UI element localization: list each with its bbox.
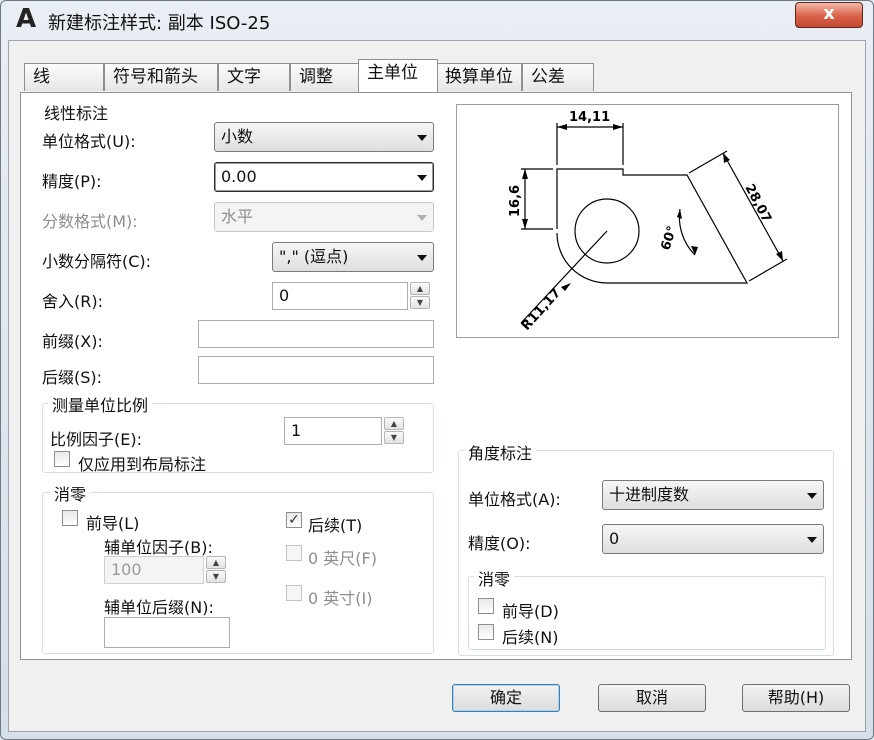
angular-unit-format-select[interactable]: 十进制度数: [602, 480, 824, 510]
window-title: 新建标注样式: 副本 ISO-25: [48, 13, 271, 34]
decimal-separator-label: 小数分隔符(C):: [42, 252, 152, 271]
sub-unit-factor-label: 辅单位因子(B):: [104, 538, 213, 557]
prefix-input[interactable]: [198, 320, 434, 348]
leading-zero-label: 前导(L): [86, 514, 140, 533]
fraction-format-label: 分数格式(M):: [42, 212, 138, 231]
scale-factor-label: 比例因子(E):: [50, 430, 142, 449]
trailing-zero-checkbox[interactable]: ✓: [286, 512, 302, 528]
linear-group-label: 线性标注: [40, 100, 113, 124]
zero-inches-label: 0 英寸(I): [308, 589, 373, 608]
zero-feet-checkbox[interactable]: [286, 545, 302, 561]
tab-alternate-units[interactable]: 换算单位: [436, 63, 522, 91]
precision-value: 0.00: [221, 167, 257, 186]
spin-down-icon[interactable]: ▼: [206, 570, 226, 583]
close-button[interactable]: x: [795, 2, 863, 28]
preview-dim-radius: R11,17: [519, 286, 564, 334]
precision-select[interactable]: 0.00: [214, 162, 434, 192]
decimal-separator-value: "," (逗点): [279, 247, 349, 266]
preview-dim-top: 14,11: [569, 110, 610, 125]
tab-symbols-arrows[interactable]: 符号和箭头: [104, 63, 218, 91]
tab-tolerances[interactable]: 公差: [522, 63, 594, 91]
scale-factor-input[interactable]: 1: [284, 417, 382, 445]
decimal-separator-select[interactable]: "," (逗点): [272, 242, 434, 272]
chevron-down-icon: [417, 215, 427, 221]
chevron-down-icon: [417, 255, 427, 261]
angular-group-label: 角度标注: [464, 440, 537, 464]
layout-only-label: 仅应用到布局标注: [78, 455, 207, 474]
round-off-spinner[interactable]: ▲ ▼: [408, 282, 432, 310]
chevron-down-icon: [417, 175, 427, 181]
angular-leading-checkbox[interactable]: [478, 598, 494, 614]
layout-only-checkbox[interactable]: [54, 451, 70, 467]
tab-primary-units[interactable]: 主单位: [358, 59, 438, 92]
angular-precision-select[interactable]: 0: [602, 524, 824, 554]
chevron-down-icon: [807, 537, 817, 543]
preview-drawing: 14,11 16,6 28,07 60° R11,17: [508, 110, 788, 334]
angular-zero-label: 消零: [474, 566, 515, 590]
spin-up-icon[interactable]: ▲: [384, 417, 404, 430]
sub-unit-suffix-input[interactable]: [104, 617, 230, 648]
autocad-logo-icon: A: [16, 4, 37, 34]
ok-button[interactable]: 确定: [452, 684, 560, 712]
cancel-button[interactable]: 取消: [598, 684, 706, 712]
angular-precision-value: 0: [609, 529, 620, 548]
unit-format-label: 单位格式(U):: [42, 132, 136, 151]
trailing-zero-label: 后续(T): [308, 516, 363, 535]
round-off-input[interactable]: 0: [272, 282, 408, 310]
dimension-preview: 14,11 16,6 28,07 60° R11,17: [456, 104, 839, 338]
unit-format-select[interactable]: 小数: [214, 122, 434, 152]
angular-unit-format-value: 十进制度数: [609, 485, 690, 504]
tab-text[interactable]: 文字: [218, 63, 290, 91]
preview-dim-angle: 60°: [659, 224, 681, 252]
zero-inches-checkbox[interactable]: [286, 585, 302, 601]
spin-down-icon[interactable]: ▼: [384, 431, 404, 444]
angular-trailing-label: 后续(N): [502, 628, 559, 647]
angular-unit-format-label: 单位格式(A):: [468, 490, 561, 509]
spin-up-icon[interactable]: ▲: [410, 282, 430, 295]
suffix-label: 后缀(S):: [42, 368, 103, 387]
spin-up-icon[interactable]: ▲: [206, 556, 226, 569]
zero-suppression-label: 消零: [50, 481, 91, 505]
sub-unit-suffix-label: 辅单位后缀(N):: [104, 598, 214, 617]
round-off-label: 舍入(R):: [42, 292, 103, 311]
help-button[interactable]: 帮助(H): [742, 684, 850, 712]
unit-format-value: 小数: [221, 127, 254, 146]
sub-unit-factor-spinner[interactable]: ▲ ▼: [204, 556, 228, 584]
angular-trailing-checkbox[interactable]: [478, 624, 494, 640]
chevron-down-icon: [807, 493, 817, 499]
zero-feet-label: 0 英尺(F): [308, 549, 377, 568]
fraction-format-value: 水平: [221, 207, 254, 226]
angular-precision-label: 精度(O):: [468, 534, 531, 553]
preview-dim-left: 16,6: [508, 185, 523, 217]
sub-unit-factor-input[interactable]: 100: [104, 556, 204, 584]
title-bar[interactable]: A 新建标注样式: 副本 ISO-25 x: [0, 0, 872, 40]
tab-fit[interactable]: 调整: [290, 63, 360, 91]
tab-lines[interactable]: 线: [24, 63, 104, 91]
angular-leading-label: 前导(D): [502, 602, 559, 621]
suffix-input[interactable]: [198, 356, 434, 384]
chevron-down-icon: [417, 135, 427, 141]
leading-zero-checkbox[interactable]: [62, 510, 78, 526]
spin-down-icon[interactable]: ▼: [410, 296, 430, 309]
fraction-format-select[interactable]: 水平: [214, 202, 434, 232]
prefix-label: 前缀(X):: [42, 332, 103, 351]
preview-dim-right: 28,07: [741, 182, 774, 225]
measurement-scale-label: 测量单位比例: [48, 392, 153, 416]
precision-label: 精度(P):: [42, 172, 102, 191]
scale-factor-spinner[interactable]: ▲ ▼: [382, 417, 406, 445]
